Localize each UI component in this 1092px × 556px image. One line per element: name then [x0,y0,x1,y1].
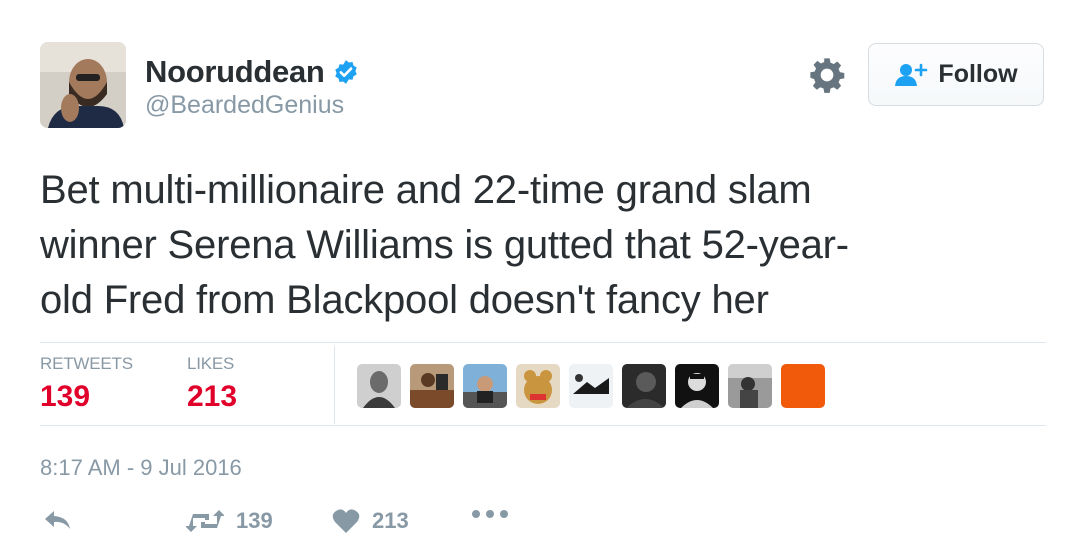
display-name[interactable]: Nooruddean [145,54,359,90]
likers-avatars [357,364,825,408]
liker-avatar-2[interactable] [410,364,454,408]
like-button[interactable]: 213 [332,508,409,534]
reply-icon [45,511,70,529]
retweets-label: RETWEETS [40,354,133,373]
liker-avatar-9[interactable] [781,364,825,408]
stats-divider [334,346,335,424]
likes-label: LIKES [187,354,235,373]
retweets-value: 139 [40,380,91,413]
reply-button[interactable] [42,508,72,532]
follow-label: Follow [938,60,1018,88]
retweets-stat[interactable]: RETWEETS 139 [40,354,133,414]
likes-value: 213 [187,380,238,413]
liker-avatar-8[interactable] [728,364,772,408]
liker-avatar-3[interactable] [463,364,507,408]
tweet-timestamp[interactable]: 8:17 AM - 9 Jul 2016 [40,455,242,481]
like-count: 213 [372,508,409,533]
divider-bottom [40,425,1046,426]
liker-avatar-1[interactable] [357,364,401,408]
retweet-icon [186,510,224,532]
profile-avatar[interactable] [40,42,126,128]
gear-icon[interactable] [808,56,846,94]
user-handle[interactable]: @BeardedGenius [145,91,344,120]
liker-avatar-7[interactable] [675,364,719,408]
tweet-text: Bet multi-millionaire and 22-time grand … [40,168,849,322]
heart-icon [332,509,360,533]
more-button[interactable] [470,508,510,520]
verified-badge-icon [334,60,357,84]
liker-avatar-4[interactable] [516,364,560,408]
liker-avatar-5[interactable] [569,364,613,408]
display-name-text[interactable]: Nooruddean [145,54,325,90]
retweet-button[interactable]: 139 [186,508,273,534]
likes-stat[interactable]: LIKES 213 [187,354,237,414]
divider-top [40,342,1046,343]
follow-person-icon [895,63,928,86]
liker-avatar-6[interactable] [622,364,666,408]
retweet-count: 139 [236,508,273,533]
follow-button[interactable]: Follow [868,43,1044,106]
more-icon [472,510,508,518]
